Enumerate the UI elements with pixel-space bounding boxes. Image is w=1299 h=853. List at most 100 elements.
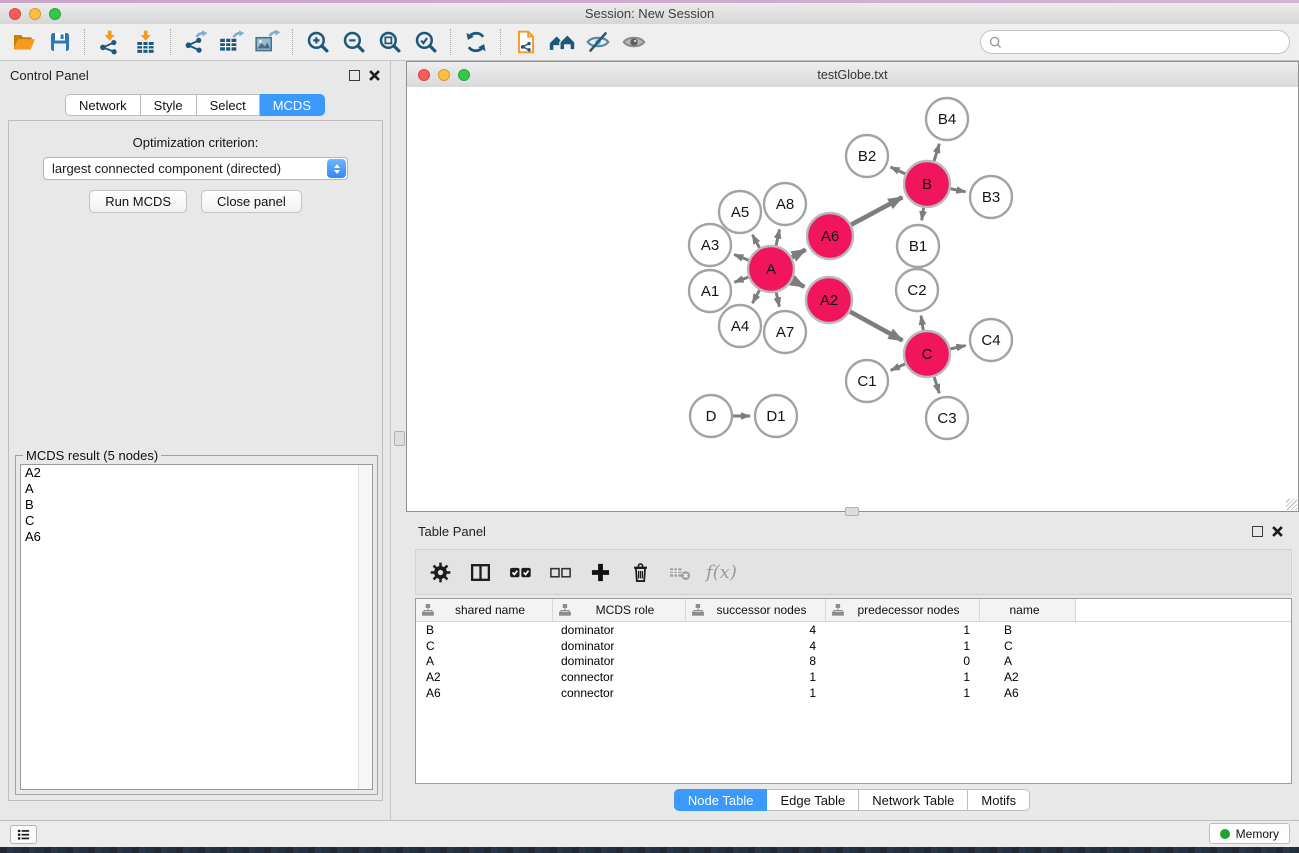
- run-mcds-button[interactable]: Run MCDS: [89, 190, 187, 213]
- add-column-icon[interactable]: [582, 554, 618, 590]
- export-table-icon[interactable]: [214, 26, 250, 58]
- table-row[interactable]: Bdominator41B: [416, 622, 1291, 638]
- zoom-out-icon[interactable]: [336, 26, 372, 58]
- memory-button[interactable]: Memory: [1209, 823, 1290, 844]
- mcds-result-item[interactable]: A6: [21, 529, 372, 545]
- tab-mcds[interactable]: MCDS: [260, 94, 325, 116]
- first-neighbors-icon[interactable]: [544, 26, 580, 58]
- edge-C-C4[interactable]: [950, 346, 965, 349]
- graph-node-A[interactable]: A: [748, 246, 794, 292]
- graph-node-B[interactable]: B: [904, 161, 950, 207]
- select-all-checkboxes-icon[interactable]: [502, 554, 538, 590]
- graph-node-B3[interactable]: B3: [970, 176, 1012, 218]
- edge-A6-B[interactable]: [851, 197, 902, 224]
- optimization-criterion-select[interactable]: largest connected component (directed): [43, 157, 348, 180]
- close-panel-button[interactable]: Close panel: [201, 190, 302, 213]
- search-field[interactable]: [980, 30, 1290, 54]
- graph-node-B2[interactable]: B2: [846, 135, 888, 177]
- export-image-icon[interactable]: [250, 26, 286, 58]
- edge-A-A1[interactable]: [734, 277, 748, 282]
- edge-B-B3[interactable]: [951, 189, 966, 192]
- splitter-grip[interactable]: [394, 431, 405, 446]
- split-columns-icon[interactable]: [462, 554, 498, 590]
- show-graphics-details-eye-icon[interactable]: [616, 26, 652, 58]
- mcds-result-item[interactable]: A: [21, 481, 372, 497]
- zoom-in-icon[interactable]: [300, 26, 336, 58]
- tab-style[interactable]: Style: [141, 94, 197, 116]
- edge-B-B4[interactable]: [934, 144, 939, 161]
- column-header-name[interactable]: name: [980, 599, 1076, 621]
- tab-network[interactable]: Network: [65, 94, 141, 116]
- task-history-list-icon[interactable]: [10, 825, 37, 844]
- edge-A-A4[interactable]: [752, 290, 759, 303]
- graph-node-A1[interactable]: A1: [689, 270, 731, 312]
- graph-node-D1[interactable]: D1: [755, 395, 797, 437]
- open-session-icon[interactable]: [6, 26, 42, 58]
- column-header-successor-nodes[interactable]: successor nodes: [686, 599, 826, 621]
- export-network-icon[interactable]: [178, 26, 214, 58]
- table-row[interactable]: A2connector11A2: [416, 669, 1291, 685]
- mcds-result-item[interactable]: A2: [21, 465, 372, 481]
- hide-selected-eye-icon[interactable]: [580, 26, 616, 58]
- graph-node-A6[interactable]: A6: [807, 213, 853, 259]
- column-header-MCDS-role[interactable]: MCDS role: [553, 599, 686, 621]
- graph-node-A5[interactable]: A5: [719, 191, 761, 233]
- edge-A-A6[interactable]: [792, 250, 806, 258]
- graph-node-A7[interactable]: A7: [764, 311, 806, 353]
- new-network-from-selection-icon[interactable]: [508, 26, 544, 58]
- mcds-result-list[interactable]: A2ABCA6: [20, 464, 373, 790]
- column-header-shared-name[interactable]: shared name: [416, 599, 553, 621]
- graph-node-B1[interactable]: B1: [897, 225, 939, 267]
- graph-node-C3[interactable]: C3: [926, 397, 968, 439]
- import-table-icon[interactable]: [128, 26, 164, 58]
- scrollbar-track[interactable]: [358, 465, 372, 789]
- close-panel-icon[interactable]: [369, 70, 380, 81]
- graph-node-A2[interactable]: A2: [806, 277, 852, 323]
- network-canvas[interactable]: B4 B2 B B3 A8A5 A6 A3 B1 A C2 A1 A2 A4A7 C4 C C1 C3 D D1: [407, 87, 1298, 511]
- mcds-result-item[interactable]: B: [21, 497, 372, 513]
- refresh-icon[interactable]: [458, 26, 494, 58]
- table-row[interactable]: Cdominator41C: [416, 638, 1291, 654]
- zoom-selected-icon[interactable]: [408, 26, 444, 58]
- graph-node-C[interactable]: C: [904, 331, 950, 377]
- edge-B-B2[interactable]: [891, 167, 906, 174]
- save-session-icon[interactable]: [42, 26, 78, 58]
- edge-C-C2[interactable]: [921, 316, 923, 331]
- edge-A-A8[interactable]: [776, 229, 779, 245]
- splitter-grip[interactable]: [845, 507, 859, 516]
- import-network-icon[interactable]: [92, 26, 128, 58]
- graph-node-A8[interactable]: A8: [764, 183, 806, 225]
- edge-A-A3[interactable]: [734, 255, 748, 261]
- tab-node-table[interactable]: Node Table: [674, 789, 768, 811]
- table-settings-gear-icon[interactable]: [422, 554, 458, 590]
- graph-node-D[interactable]: D: [690, 395, 732, 437]
- tab-network-table[interactable]: Network Table: [859, 789, 968, 811]
- mcds-result-item[interactable]: C: [21, 513, 372, 529]
- graph-node-B4[interactable]: B4: [926, 98, 968, 140]
- search-input[interactable]: [1007, 34, 1281, 50]
- tab-select[interactable]: Select: [197, 94, 260, 116]
- graph-node-A4[interactable]: A4: [719, 305, 761, 347]
- column-header-predecessor-nodes[interactable]: predecessor nodes: [826, 599, 980, 621]
- edge-C-C1[interactable]: [891, 364, 905, 370]
- edge-C-C3[interactable]: [934, 377, 939, 393]
- edge-A-A5[interactable]: [752, 235, 759, 248]
- float-panel-icon[interactable]: [1252, 526, 1263, 537]
- graph-node-A3[interactable]: A3: [689, 224, 731, 266]
- delete-columns-trash-icon[interactable]: [622, 554, 658, 590]
- close-panel-icon[interactable]: [1272, 526, 1283, 537]
- resize-grip-icon[interactable]: [1286, 499, 1297, 510]
- float-panel-icon[interactable]: [349, 70, 360, 81]
- edge-A-A7[interactable]: [776, 292, 779, 306]
- edge-A-A2[interactable]: [792, 280, 804, 286]
- graph-node-C4[interactable]: C4: [970, 319, 1012, 361]
- tab-motifs[interactable]: Motifs: [968, 789, 1030, 811]
- tab-edge-table[interactable]: Edge Table: [767, 789, 859, 811]
- graph-node-C1[interactable]: C1: [846, 360, 888, 402]
- edge-B-B1[interactable]: [922, 208, 924, 221]
- table-row[interactable]: A6connector11A6: [416, 685, 1291, 701]
- table-row[interactable]: Adominator80A: [416, 654, 1291, 670]
- deselect-all-checkboxes-icon[interactable]: [542, 554, 578, 590]
- zoom-fit-icon[interactable]: [372, 26, 408, 58]
- graph-node-C2[interactable]: C2: [896, 269, 938, 311]
